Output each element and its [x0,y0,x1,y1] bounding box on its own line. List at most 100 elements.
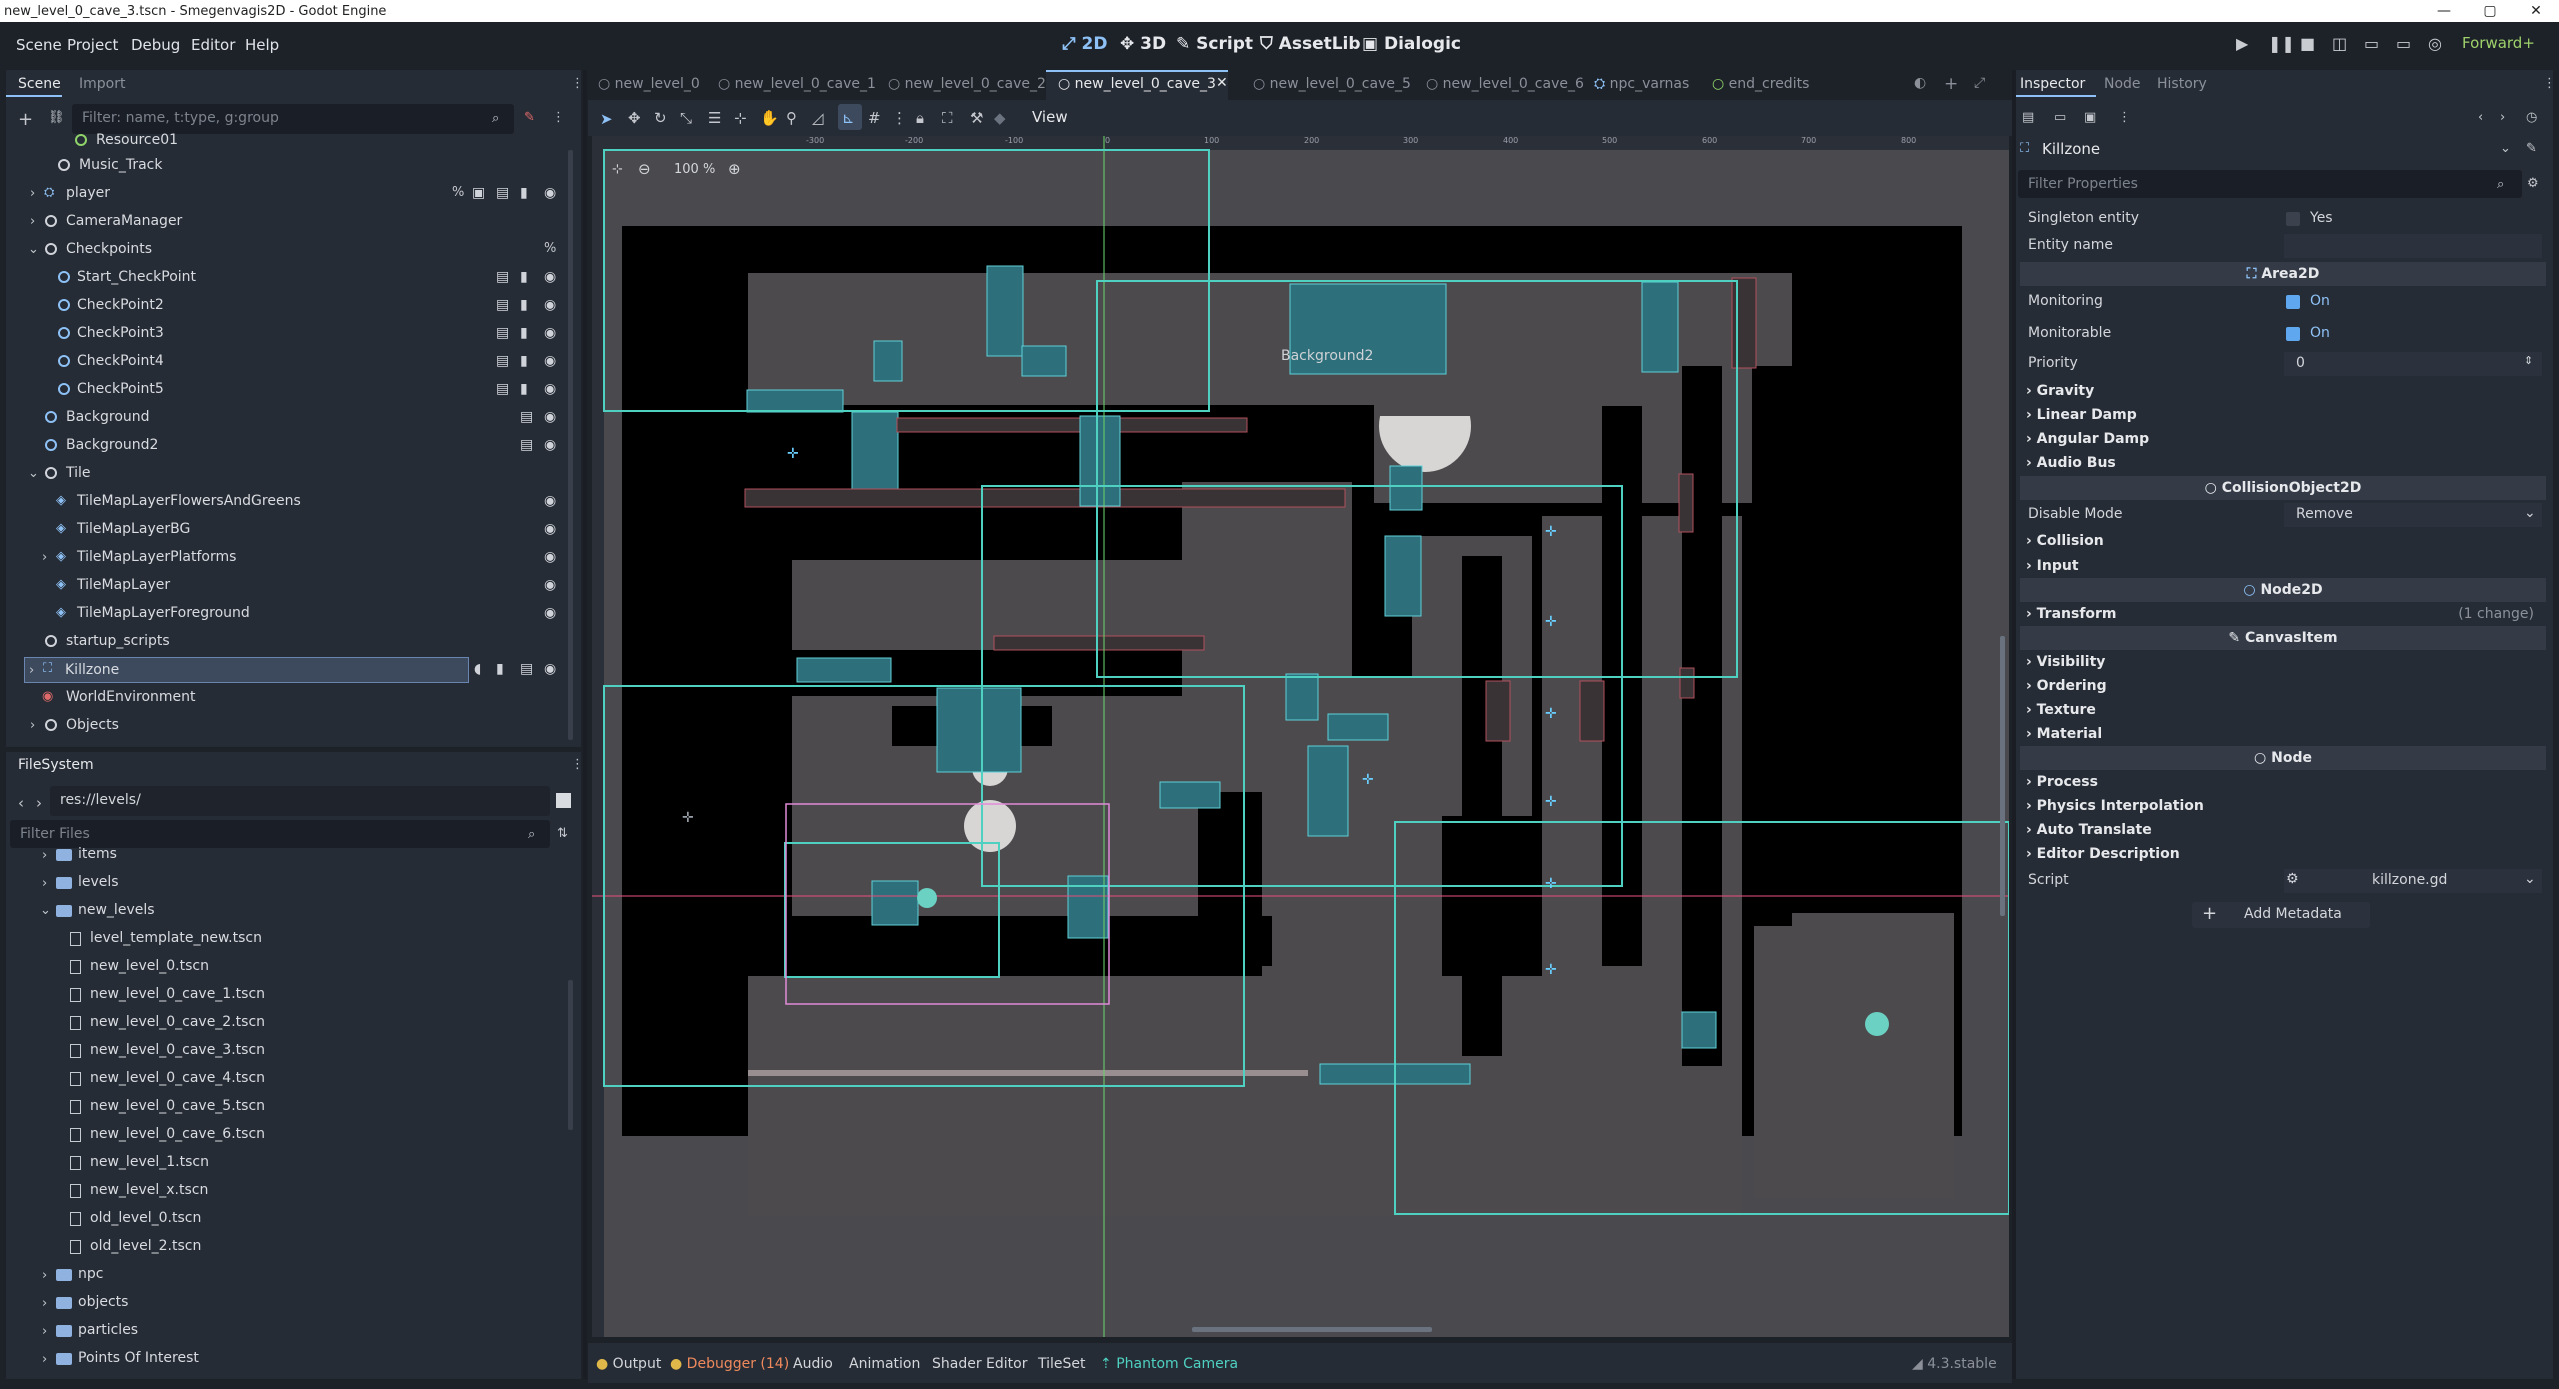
priority-spinbox[interactable] [2284,352,2542,376]
expand-arrow-icon[interactable]: › [42,550,47,565]
scene-tab-end-credits[interactable]: ○ end_credits [1712,76,1809,92]
add-metadata-button[interactable]: + Add Metadata [2192,902,2370,928]
lock-icon[interactable]: 🔒︎ [916,109,924,127]
filesystem-scrollbar[interactable] [568,980,573,1130]
menu-help[interactable]: Help [245,36,279,54]
tree-item-tilemap-layer[interactable]: ◈ TileMapLayer [40,573,570,599]
select-mode-icon[interactable]: ➤ [600,110,613,128]
snap-options-icon[interactable]: ⋮ [892,109,907,127]
group-icon[interactable]: ▮ [520,185,528,201]
tab-filesystem[interactable]: FileSystem [18,757,94,773]
new-resource-icon[interactable]: ▤ [2022,110,2034,125]
nav-forward-icon[interactable]: › [36,794,42,812]
tab-inspector[interactable]: Inspector [2020,76,2085,92]
visibility-eye-icon[interactable]: ◉ [544,437,556,453]
bottom-tab-shader-editor[interactable]: Shader Editor [932,1356,1027,1372]
scene-tab-cave-2[interactable]: ○ new_level_0_cave_2 [888,76,1046,92]
fs-file-row[interactable]: new_level_0_cave_3.tscn [40,1039,564,1065]
expand-arrow-icon[interactable]: › [42,1268,47,1283]
tree-item-checkpoint2[interactable]: CheckPoint2 [40,293,570,319]
stop-icon[interactable]: ■ [2300,34,2315,53]
left-splitter[interactable] [583,70,587,1379]
tree-item-startup-scripts[interactable]: startup_scripts [24,629,570,655]
monitorable-checkbox[interactable] [2286,327,2300,341]
script-icon[interactable]: ▤ [496,353,509,369]
zoom-out-icon[interactable]: ⊖ [638,160,651,178]
node-select-dropdown-icon[interactable]: ⌄ [2500,141,2511,156]
movie-maker-icon[interactable]: ◎ [2428,34,2442,53]
section-angular-damp[interactable]: › Angular Damp [2020,428,2546,452]
visibility-eye-icon[interactable]: ◉ [544,185,556,201]
instance-icon[interactable]: ▮ [520,325,528,341]
scene-tab-cave-1[interactable]: ○ new_level_0_cave_1 [718,76,876,92]
mode-dialogic-button[interactable]: ▣ Dialogic [1362,34,1461,54]
menu-editor[interactable]: Editor [191,36,235,54]
fs-folder-points-of-interest[interactable]: › Points Of Interest [24,1347,564,1373]
close-window-button[interactable]: ✕ [2513,0,2559,22]
tree-item-tilemap-flowers[interactable]: ◈ TileMapLayerFlowersAndGreens [40,489,570,515]
tree-item-tilemap-bg[interactable]: ◈ TileMapLayerBG [40,517,570,543]
fs-file-row[interactable]: new_level_0_cave_2.tscn [40,1011,564,1037]
visibility-eye-icon[interactable]: ◉ [544,605,556,621]
tree-item-start-checkpoint[interactable]: Start_CheckPoint [40,265,570,291]
tree-item-checkpoint3[interactable]: CheckPoint3 [40,321,570,347]
pause-icon[interactable]: ❚❚ [2268,34,2295,53]
expand-arrow-icon[interactable]: › [29,663,34,678]
tree-item-objects[interactable]: › Objects [24,713,570,739]
expand-arrow-icon[interactable]: › [42,1324,47,1339]
mode-3d-button[interactable]: ✥ 3D [1120,34,1166,54]
inspector-settings-icon[interactable]: ⚙ [2527,176,2539,191]
scale-mode-icon[interactable]: ⤡ [680,109,692,127]
fs-file-row[interactable]: old_level_0.tscn [40,1207,564,1233]
visibility-eye-icon[interactable]: ◉ [544,549,556,565]
scene-tab-npc-varnas[interactable]: ⛭ npc_varnas [1594,76,1689,92]
fs-file-row[interactable]: old_level_2.tscn [40,1235,564,1261]
play-scene-icon[interactable]: ▭ [2364,34,2379,53]
entity-name-field[interactable] [2284,234,2542,258]
script-icon[interactable]: ▤ [496,381,509,397]
dock-menu-icon[interactable]: ⋮ [2543,76,2556,91]
close-tab-icon[interactable]: ✕ [1216,75,1228,91]
bottom-tab-output[interactable]: ● Output [596,1356,661,1372]
tree-item-tilemap-foreground[interactable]: ◈ TileMapLayerForeground [40,601,570,627]
object-history-icon[interactable]: ◷ [2526,110,2537,125]
section-input[interactable]: › Input [2020,555,2546,579]
scene-tab-cave-3-active[interactable]: ○ new_level_0_cave_3 [1058,76,1216,92]
view-mode-icon[interactable] [556,793,571,808]
tab-node[interactable]: Node [2104,76,2141,92]
tree-item-checkpoints[interactable]: ⌄ Checkpoints% [24,237,570,263]
pan-mode-icon[interactable]: ✋ [760,109,779,127]
section-process[interactable]: › Process [2020,771,2546,795]
visibility-eye-icon[interactable]: ◉ [544,297,556,313]
nav-back-icon[interactable]: ‹ [18,794,24,812]
visibility-eye-icon[interactable]: ◉ [544,493,556,509]
level-canvas[interactable]: ✛ ✛ ✛ ✛ ✛ ✛ ✛ ✛ ✛ [592,136,2009,1337]
section-audio-bus[interactable]: › Audio Bus [2020,452,2546,476]
tree-item-music-track[interactable]: Music_Track [40,153,570,179]
section-auto-translate[interactable]: › Auto Translate [2020,819,2546,843]
expand-arrow-icon[interactable]: › [42,876,47,891]
visibility-eye-icon[interactable]: ◉ [544,661,556,677]
section-gravity[interactable]: › Gravity [2020,380,2546,404]
scene-extra-icon[interactable]: ⋮ [552,110,565,125]
section-ordering[interactable]: › Ordering [2020,675,2546,699]
link-icon[interactable]: ⛓ [48,110,65,125]
menu-project[interactable]: Project [67,36,118,54]
fs-file-row[interactable]: new_level_0_cave_1.tscn [40,983,564,1009]
tab-history-icon[interactable]: ◐ [1914,75,1926,91]
instance-icon[interactable]: ▮ [520,353,528,369]
instance-icon[interactable]: ▮ [520,269,528,285]
fs-file-row[interactable]: new_level_0.tscn [40,955,564,981]
fs-file-row[interactable]: new_level_0_cave_4.tscn [40,1067,564,1093]
2d-viewport[interactable]: ✛ ✛ ✛ ✛ ✛ ✛ ✛ ✛ ✛ Background2 ⊹ ⊖ 100 % … [592,136,2009,1337]
center-view-icon[interactable]: ⊹ [612,162,623,177]
play-custom-icon[interactable]: ▭ [2396,34,2411,53]
tree-item-tilemap-platforms[interactable]: › ◈ TileMapLayerPlatforms [40,545,570,571]
add-node-icon[interactable]: + [18,109,33,130]
zoom-in-icon[interactable]: ⊕ [728,160,741,178]
visibility-eye-icon[interactable]: ◉ [544,381,556,397]
section-physics-interpolation[interactable]: › Physics Interpolation [2020,795,2546,819]
section-material[interactable]: › Material [2020,723,2546,747]
fs-file-row[interactable]: new_level_0_cave_5.tscn [40,1095,564,1121]
view-menu[interactable]: View [1032,108,1068,126]
